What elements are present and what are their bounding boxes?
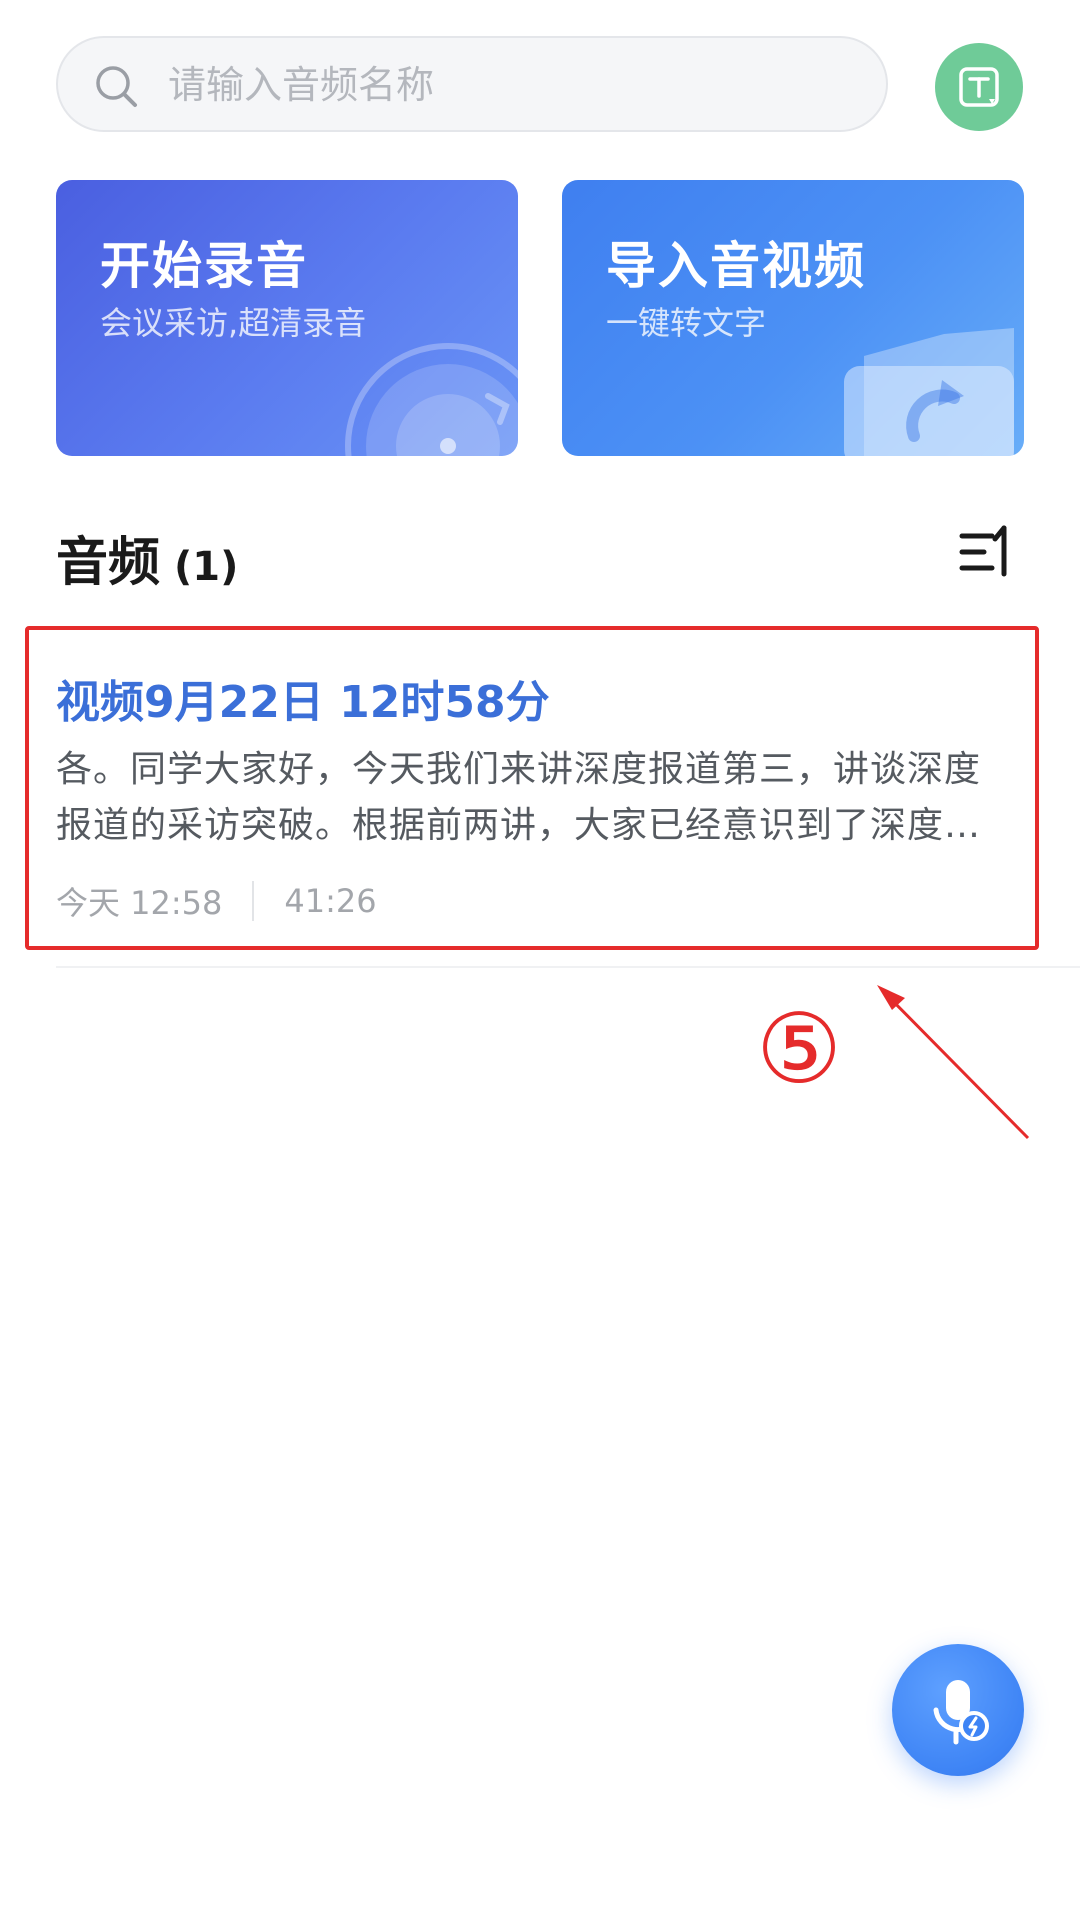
annotation-arrow [877, 985, 1030, 1140]
microphone-icon [933, 1680, 989, 1745]
floating-record-button[interactable] [892, 1644, 1024, 1776]
annotation-number: ⑤ [755, 993, 843, 1105]
app-screen: 开始录音 会议采访,超清录音 导入音视频 一键转文字 音频(1) 视频9 [0, 0, 1080, 1917]
